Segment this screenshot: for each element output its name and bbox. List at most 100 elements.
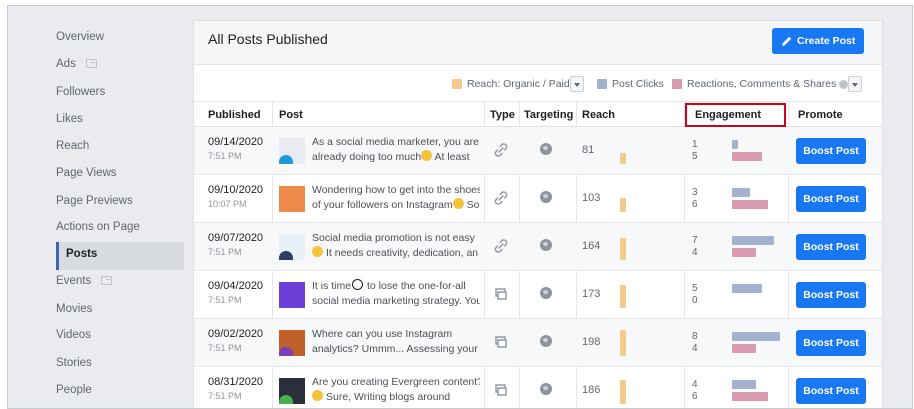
sidebar-item-likes[interactable]: Likes [56, 106, 83, 132]
legend-swatch-clicks [597, 79, 607, 89]
published-date: 09/04/2020 [208, 280, 264, 292]
engagement-dropdown[interactable] [848, 76, 862, 92]
globe-icon [540, 239, 552, 251]
post-thumbnail[interactable] [279, 186, 305, 212]
sidebar-item-reach[interactable]: Reach [56, 133, 89, 159]
reach-bar [620, 380, 626, 404]
post-clicks-bar [732, 140, 738, 149]
post-text-line2-start: social media marketing strategy. You [312, 295, 480, 307]
post-text-line2: analytics? Ummm... Assessing your [312, 342, 480, 357]
published-date: 09/07/2020 [208, 232, 264, 244]
table-row[interactable]: 09/14/2020 7:51 PM As a social media marke… [194, 127, 882, 175]
table-row[interactable]: 09/04/2020 7:51 PM It is time to lose the … [194, 271, 882, 319]
globe-icon [540, 287, 552, 299]
post-text-line2: It needs creativity, dedication, an [312, 246, 480, 261]
globe-icon [540, 191, 552, 203]
column-reach[interactable]: Reach [582, 102, 615, 128]
legend-reactions: Reactions, Comments & Shares [687, 77, 849, 91]
column-targeting[interactable]: Targeting [524, 102, 573, 128]
reach-bar [620, 198, 626, 212]
emoji-icon [312, 390, 323, 401]
boost-post-button[interactable]: Boost Post [796, 330, 866, 356]
reach-dropdown[interactable] [570, 76, 584, 92]
emoji-icon [352, 279, 364, 290]
post-text-line2: Sure, Writing blogs around [312, 390, 480, 405]
post-clicks-count: 5 [692, 283, 698, 294]
post-thumbnail[interactable] [279, 330, 305, 356]
post-text-line1-start: Wondering how to get into the shoes [312, 184, 480, 196]
post-text-line2-start: already doing too much [312, 151, 422, 163]
insights-sidebar: Overview Ads Followers Likes Reach Page Views… [8, 6, 188, 408]
post-thumbnail[interactable] [279, 378, 305, 404]
post-text[interactable]: Are you creating Evergreen content? Sure,… [312, 375, 480, 405]
post-text-line1: Where can you use Instagram [312, 327, 480, 342]
post-clicks-bar [732, 380, 756, 389]
post-clicks-count: 4 [692, 379, 698, 390]
post-text[interactable]: As a social media marketer, you are alrea… [312, 135, 480, 165]
post-thumbnail[interactable] [279, 282, 305, 308]
post-text[interactable]: It is time to lose the one-for-all social… [312, 279, 480, 309]
sidebar-item-people[interactable]: People [56, 377, 92, 403]
reach-value: 103 [582, 192, 601, 204]
post-text-line1: Wondering how to get into the shoes [312, 183, 480, 198]
sidebar-item-events[interactable]: Events [56, 268, 113, 294]
reactions-count: 5 [692, 151, 698, 162]
post-text-line1: Social media promotion is not easy [312, 231, 480, 246]
column-type[interactable]: Type [490, 102, 515, 128]
post-text-line2: of your followers on Instagram So [312, 198, 480, 213]
post-text-line2-start: analytics? Ummm... Assessing your [312, 343, 478, 355]
table-header: Published Post Type Targeting Reach Enga… [194, 101, 882, 127]
post-text-line1-start: Are you creating Evergreen content? [312, 376, 480, 388]
sidebar-item-label: Followers [56, 86, 106, 98]
post-text[interactable]: Where can you use Instagram analytics? Um… [312, 327, 480, 357]
post-text-line1-end: to lose the one-for-all [364, 280, 466, 292]
boost-post-button[interactable]: Boost Post [796, 234, 866, 260]
external-link-icon [85, 59, 97, 69]
table-row[interactable]: 09/10/2020 10:07 PM Wondering how to get i… [194, 175, 882, 223]
sidebar-item-label: Actions on Page [56, 221, 140, 233]
sidebar-item-page-previews[interactable]: Page Previews [56, 188, 133, 214]
column-engagement[interactable]: Engagement [695, 102, 761, 128]
post-text-line2-end: At least [432, 151, 470, 163]
post-clicks-bar [732, 284, 762, 293]
photo-icon [495, 384, 507, 396]
create-post-button[interactable]: Create Post [772, 28, 864, 54]
post-text[interactable]: Social media promotion is not easy It nee… [312, 231, 480, 261]
emoji-icon [452, 198, 464, 209]
table-row[interactable]: 08/31/2020 7:51 PM Are you creating Evergr… [194, 367, 882, 408]
post-text[interactable]: Wondering how to get into the shoes of yo… [312, 183, 480, 213]
post-text-line1: As a social media marketer, you are [312, 135, 480, 150]
column-published[interactable]: Published [208, 102, 261, 128]
sidebar-item-label: Events [56, 275, 92, 287]
sidebar-item-videos[interactable]: Videos [56, 322, 91, 348]
sidebar-item-stories[interactable]: Stories [56, 350, 92, 376]
boost-post-button[interactable]: Boost Post [796, 282, 866, 308]
post-text-line1-start: It is time [312, 280, 352, 292]
table-row[interactable]: 09/02/2020 7:51 PM Where can you use Insta… [194, 319, 882, 367]
post-thumbnail[interactable] [279, 234, 305, 260]
post-clicks-count: 1 [692, 139, 698, 150]
post-thumbnail[interactable] [279, 138, 305, 164]
sidebar-item-label: Page Previews [56, 195, 133, 207]
thumbnail-accent [279, 299, 293, 308]
sidebar-item-posts[interactable]: Posts [66, 241, 97, 267]
post-clicks-count: 3 [692, 187, 698, 198]
globe-icon [540, 143, 552, 155]
sidebar-item-label: Videos [56, 329, 91, 341]
link-icon [494, 143, 508, 157]
sidebar-item-actions-on-page[interactable]: Actions on Page [56, 214, 140, 240]
table-row[interactable]: 09/07/2020 7:51 PM Social media promotion … [194, 223, 882, 271]
post-clicks-bar [732, 236, 774, 245]
boost-post-button[interactable]: Boost Post [796, 378, 866, 404]
sidebar-item-movies[interactable]: Movies [56, 296, 92, 322]
sidebar-item-page-views[interactable]: Page Views [56, 160, 117, 186]
globe-icon [540, 383, 552, 395]
sidebar-item-overview[interactable]: Overview [56, 24, 104, 50]
reactions-count: 0 [692, 295, 698, 306]
boost-post-button[interactable]: Boost Post [796, 138, 866, 164]
post-text-line2: already doing too much At least [312, 150, 480, 165]
published-date: 09/02/2020 [208, 328, 264, 340]
boost-post-button[interactable]: Boost Post [796, 186, 866, 212]
sidebar-item-ads[interactable]: Ads [56, 51, 97, 77]
sidebar-item-followers[interactable]: Followers [56, 79, 105, 105]
